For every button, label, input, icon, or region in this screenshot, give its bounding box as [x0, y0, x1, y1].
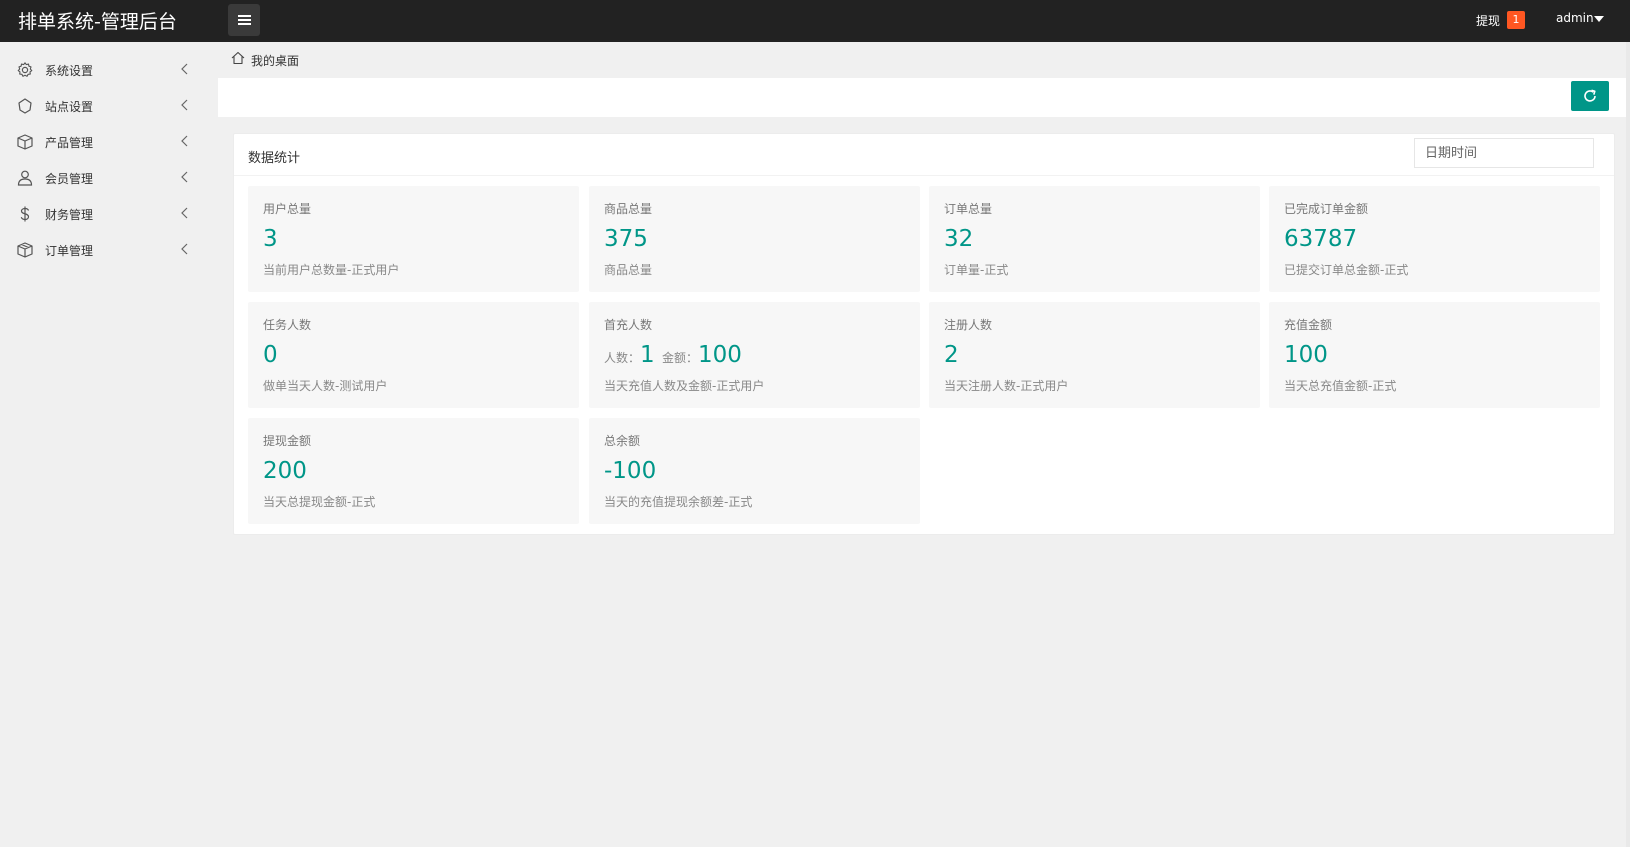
card-title: 提现金额: [263, 434, 312, 448]
card-description: 当天总充值金额-正式: [1284, 379, 1397, 393]
card-value: 63787: [1284, 226, 1358, 252]
card-description: 当天充值人数及金额-正式用户: [604, 379, 765, 393]
stat-card-total-orders: 订单总量 32 订单量-正式: [929, 186, 1260, 292]
sidebar-item-label: 订单管理: [45, 244, 94, 258]
site-icon: [18, 98, 32, 114]
amount-value: 100: [697, 342, 742, 368]
stat-card-completed-order-amount: 已完成订单金额 63787 已提交订单总金额-正式: [1269, 186, 1600, 292]
stat-card-withdraw-amount: 提现金额 200 当天总提现金额-正式: [248, 418, 579, 524]
stat-card-total-products: 商品总量 375 商品总量: [589, 186, 920, 292]
card-value: 3: [263, 226, 278, 252]
card-title: 首充人数: [604, 318, 653, 332]
panel-title: 数据统计: [248, 151, 301, 166]
menu-icon: [238, 15, 251, 17]
chevron-left-icon: [181, 63, 188, 75]
sidebar-item-site-settings[interactable]: 站点设置: [0, 88, 208, 124]
menu-toggle-button[interactable]: [228, 4, 260, 36]
user-icon: [17, 170, 33, 186]
card-title: 订单总量: [944, 202, 993, 216]
sidebar-item-system-settings[interactable]: 系统设置: [0, 52, 208, 88]
dollar-icon: [20, 206, 30, 222]
stat-card-registrations: 注册人数 2 当天注册人数-正式用户: [929, 302, 1260, 408]
toolbar: [218, 78, 1630, 117]
people-label: 人数：: [604, 351, 641, 365]
chevron-left-icon: [181, 171, 188, 183]
sidebar-item-label: 系统设置: [45, 64, 94, 78]
card-value: 200: [263, 458, 307, 484]
sidebar-item-finance-management[interactable]: 财务管理: [0, 196, 208, 232]
amount-label: 金额：: [661, 351, 698, 365]
sidebar: 系统设置 站点设置 产品管理 会员管理 财务管理 订单管理: [0, 42, 208, 847]
card-value: 2: [944, 342, 959, 368]
card-description: 商品总量: [604, 263, 653, 277]
card-value: 100: [1284, 342, 1328, 368]
user-menu[interactable]: admin: [1556, 11, 1594, 25]
refresh-icon: [1584, 89, 1596, 102]
card-description: 已提交订单总金额-正式: [1284, 263, 1409, 277]
sidebar-item-label: 财务管理: [45, 208, 94, 222]
chevron-left-icon: [181, 135, 188, 147]
sidebar-item-label: 产品管理: [45, 136, 94, 150]
card-value: 0: [263, 342, 278, 368]
panel-header: 数据统计: [234, 134, 1614, 176]
date-time-input[interactable]: [1414, 138, 1594, 168]
package-icon: [17, 242, 33, 258]
withdraw-count-badge: 1: [1507, 11, 1525, 29]
sidebar-item-product-management[interactable]: 产品管理: [0, 124, 208, 160]
gear-icon: [17, 62, 33, 77]
top-header: 排单系统-管理后台 提现 1 admin: [0, 0, 1630, 42]
chevron-left-icon: [181, 99, 188, 111]
refresh-button[interactable]: [1571, 81, 1609, 111]
card-value: 32: [944, 226, 974, 252]
menu-icon-bar: [238, 23, 251, 25]
home-icon: [231, 51, 245, 65]
card-description: 做单当天人数-测试用户: [263, 379, 388, 393]
card-value: -100: [604, 458, 657, 484]
menu-icon-bar: [238, 19, 251, 21]
stat-card-task-users: 任务人数 0 做单当天人数-测试用户: [248, 302, 579, 408]
card-value-group: 人数：1 金额：100: [604, 342, 742, 368]
card-title: 商品总量: [604, 202, 653, 216]
stat-card-first-recharge: 首充人数 人数：1 金额：100 当天充值人数及金额-正式用户: [589, 302, 920, 408]
people-value: 1: [640, 342, 655, 368]
chevron-left-icon: [181, 243, 188, 255]
sidebar-item-label: 会员管理: [45, 172, 94, 186]
app-title: 排单系统-管理后台: [18, 11, 177, 33]
sidebar-item-label: 站点设置: [45, 100, 94, 114]
breadcrumb-home-tab[interactable]: 我的桌面: [251, 52, 299, 69]
card-title: 注册人数: [944, 318, 993, 332]
card-description: 当前用户总数量-正式用户: [263, 263, 400, 277]
sidebar-item-order-management[interactable]: 订单管理: [0, 232, 208, 268]
card-description: 订单量-正式: [944, 263, 1009, 277]
caret-down-icon[interactable]: [1594, 16, 1604, 22]
sidebar-item-member-management[interactable]: 会员管理: [0, 160, 208, 196]
card-title: 充值金额: [1284, 318, 1333, 332]
card-title: 任务人数: [263, 318, 312, 332]
box-icon: [17, 134, 33, 150]
card-description: 当天的充值提现余额差-正式: [604, 495, 753, 509]
card-value: 375: [604, 226, 648, 252]
stat-card-recharge-amount: 充值金额 100 当天总充值金额-正式: [1269, 302, 1600, 408]
card-title: 已完成订单金额: [1284, 202, 1369, 216]
card-description: 当天总提现金额-正式: [263, 495, 376, 509]
scrollbar-track[interactable]: [1626, 42, 1630, 847]
stats-panel: 数据统计 用户总量 3 当前用户总数量-正式用户 商品总量 375 商品总量 订…: [233, 133, 1615, 535]
withdraw-link[interactable]: 提现: [1476, 12, 1500, 29]
card-title: 总余额: [604, 434, 641, 448]
chevron-left-icon: [181, 207, 188, 219]
card-description: 当天注册人数-正式用户: [944, 379, 1069, 393]
stat-card-total-users: 用户总量 3 当前用户总数量-正式用户: [248, 186, 579, 292]
stat-card-total-balance: 总余额 -100 当天的充值提现余额差-正式: [589, 418, 920, 524]
card-title: 用户总量: [263, 202, 312, 216]
